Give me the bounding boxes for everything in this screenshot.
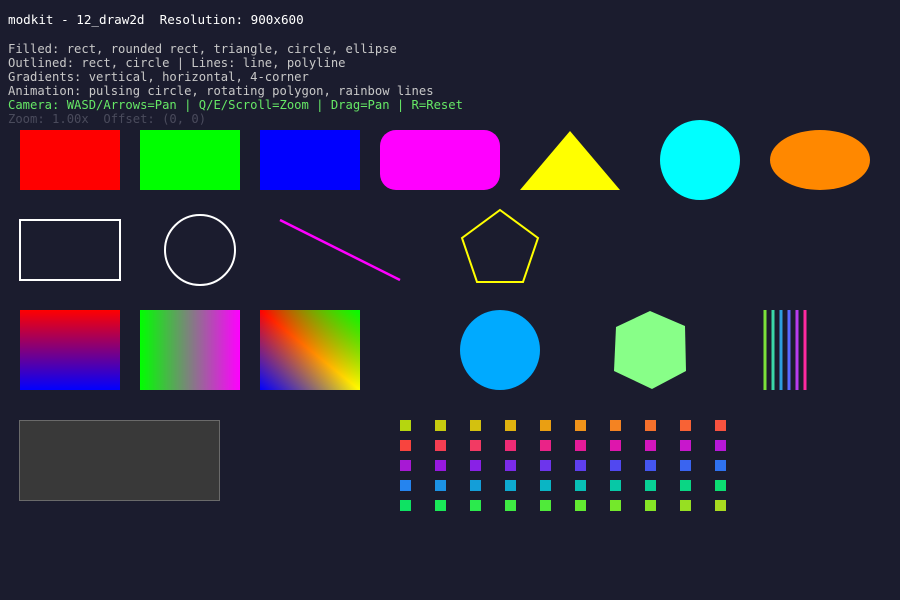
filled-rect-red bbox=[20, 130, 120, 190]
color-swatch-grid bbox=[400, 420, 726, 511]
hud-outlined-info: Outlined: rect, circle | Lines: line, po… bbox=[8, 56, 346, 70]
color-swatch bbox=[470, 420, 481, 431]
color-swatch bbox=[645, 480, 656, 491]
gradient-four-corner bbox=[260, 310, 360, 390]
color-swatch bbox=[400, 420, 411, 431]
color-swatch bbox=[575, 420, 586, 431]
filled-rounded-rect bbox=[380, 130, 500, 190]
hud-camera-controls: Camera: WASD/Arrows=Pan | Q/E/Scroll=Zoo… bbox=[8, 98, 463, 112]
color-swatch bbox=[540, 500, 551, 511]
color-swatch bbox=[435, 440, 446, 451]
color-swatch bbox=[505, 440, 516, 451]
color-swatch bbox=[645, 460, 656, 471]
outlined-circle bbox=[164, 214, 236, 286]
color-swatch bbox=[610, 500, 621, 511]
color-swatch bbox=[715, 440, 726, 451]
color-swatch bbox=[610, 460, 621, 471]
color-swatch bbox=[610, 480, 621, 491]
color-swatch bbox=[435, 500, 446, 511]
color-swatch bbox=[680, 500, 691, 511]
color-swatch bbox=[470, 480, 481, 491]
color-swatch bbox=[715, 480, 726, 491]
color-swatch bbox=[540, 440, 551, 451]
color-swatch bbox=[715, 460, 726, 471]
color-swatch bbox=[610, 420, 621, 431]
color-swatch bbox=[680, 420, 691, 431]
color-swatch bbox=[575, 440, 586, 451]
hud-animation-info: Animation: pulsing circle, rotating poly… bbox=[8, 84, 434, 98]
hud-title: modkit - 12_draw2d Resolution: 900x600 bbox=[8, 12, 304, 27]
rainbow-lines bbox=[763, 310, 807, 390]
color-swatch bbox=[435, 420, 446, 431]
color-swatch bbox=[435, 460, 446, 471]
color-swatch bbox=[400, 460, 411, 471]
color-swatch bbox=[680, 440, 691, 451]
hud-zoom-offset: Zoom: 1.00x Offset: (0, 0) bbox=[8, 112, 207, 126]
color-swatch bbox=[645, 440, 656, 451]
color-swatch bbox=[505, 500, 516, 511]
gradient-vertical bbox=[20, 310, 120, 390]
filled-rect-blue bbox=[260, 130, 360, 190]
color-swatch bbox=[470, 460, 481, 471]
color-swatch bbox=[435, 480, 446, 491]
color-swatch bbox=[540, 480, 551, 491]
color-swatch bbox=[400, 440, 411, 451]
hud-filled-info: Filled: rect, rounded rect, triangle, ci… bbox=[8, 42, 397, 56]
rotating-hexagon bbox=[614, 311, 686, 389]
color-swatch bbox=[505, 420, 516, 431]
color-swatch bbox=[610, 440, 621, 451]
filled-ellipse bbox=[770, 130, 870, 190]
color-swatch bbox=[575, 480, 586, 491]
color-swatch bbox=[715, 500, 726, 511]
color-swatch bbox=[575, 500, 586, 511]
color-swatch bbox=[715, 420, 726, 431]
color-swatch bbox=[645, 500, 656, 511]
outlined-rect bbox=[19, 219, 121, 281]
color-swatch bbox=[645, 420, 656, 431]
color-swatch bbox=[400, 500, 411, 511]
gray-panel bbox=[19, 420, 220, 501]
filled-rect-green bbox=[140, 130, 240, 190]
color-swatch bbox=[505, 460, 516, 471]
color-swatch bbox=[505, 480, 516, 491]
gradient-horizontal bbox=[140, 310, 240, 390]
pulsing-circle bbox=[460, 310, 540, 390]
color-swatch bbox=[680, 460, 691, 471]
filled-triangle bbox=[520, 131, 620, 190]
color-swatch bbox=[680, 480, 691, 491]
color-swatch bbox=[575, 460, 586, 471]
color-swatch bbox=[470, 500, 481, 511]
polyline-pentagon bbox=[460, 208, 540, 283]
color-swatch bbox=[400, 480, 411, 491]
color-swatch bbox=[540, 420, 551, 431]
color-swatch bbox=[470, 440, 481, 451]
line bbox=[279, 218, 401, 282]
color-swatch bbox=[540, 460, 551, 471]
hud-gradients-info: Gradients: vertical, horizontal, 4-corne… bbox=[8, 70, 309, 84]
filled-circle bbox=[660, 120, 740, 200]
